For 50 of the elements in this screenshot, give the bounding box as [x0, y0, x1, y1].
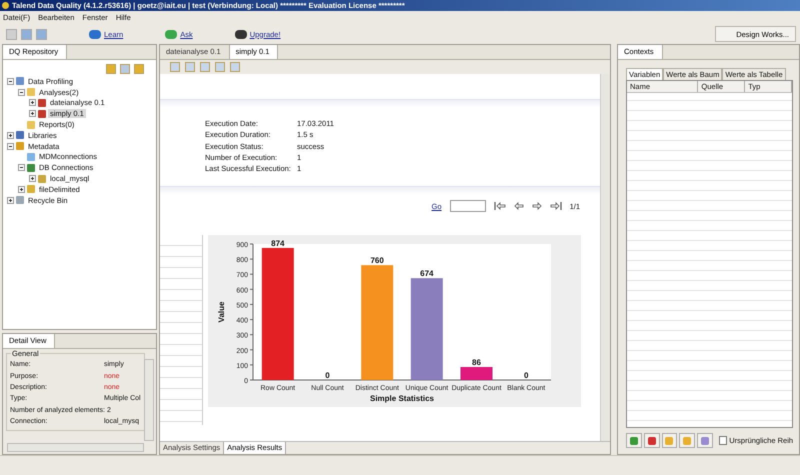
remove-button[interactable]	[644, 433, 660, 448]
app-logo-icon	[2, 2, 9, 9]
tree-node-icon	[27, 120, 35, 129]
tree-node-icon	[16, 131, 24, 140]
tree-node-icon	[27, 152, 35, 161]
scrollbar[interactable]	[600, 74, 610, 441]
collapse-icon[interactable]	[120, 64, 130, 74]
add-button[interactable]	[626, 433, 642, 448]
expander-icon[interactable]	[29, 175, 36, 182]
tree-node-icon	[27, 164, 35, 172]
data-label: 760	[370, 256, 384, 266]
toolbar-icon[interactable]	[36, 28, 47, 40]
x-axis-title: Simple Statistics	[370, 394, 434, 404]
tree-node-icon	[38, 174, 46, 183]
sort-button[interactable]	[697, 433, 713, 448]
tree-node-icon	[27, 185, 35, 194]
data-label: 0	[524, 371, 528, 380]
data-label: 86	[472, 358, 481, 368]
tree-node-icon	[16, 77, 24, 86]
next-page-icon[interactable]	[532, 202, 542, 210]
y-axis-title: Value	[217, 302, 226, 323]
data-label: 0	[325, 371, 330, 380]
expander-icon[interactable]	[7, 132, 14, 139]
expander-icon[interactable]	[29, 99, 36, 106]
down-button[interactable]	[679, 433, 696, 448]
expander-icon[interactable]	[18, 88, 25, 96]
expander-icon[interactable]	[18, 164, 25, 172]
expander-icon[interactable]	[18, 186, 25, 193]
first-page-icon[interactable]	[494, 202, 506, 210]
expand-icon[interactable]	[185, 62, 195, 72]
scrollbar[interactable]	[7, 443, 144, 452]
tree-node-icon	[16, 196, 24, 204]
data-label: 674	[420, 270, 434, 279]
tree-node-icon	[16, 142, 24, 150]
collapse-icon[interactable]	[170, 62, 180, 72]
data-label: 874	[271, 239, 285, 248]
previous-page-icon[interactable]	[514, 202, 524, 210]
last-page-icon[interactable]	[550, 202, 562, 210]
expander-icon[interactable]	[29, 110, 36, 118]
checkbox[interactable]	[718, 436, 728, 445]
scrollbar[interactable]	[144, 359, 154, 441]
up-button[interactable]	[662, 433, 678, 448]
expander-icon[interactable]	[7, 78, 14, 85]
tree-node-icon	[38, 98, 46, 107]
toolbar-icon[interactable]	[21, 28, 32, 40]
expander-icon[interactable]	[7, 142, 14, 150]
tree-node-icon	[38, 110, 46, 118]
page-field[interactable]	[450, 200, 486, 212]
tree-node-icon	[27, 88, 35, 96]
expander-icon[interactable]	[7, 196, 14, 204]
